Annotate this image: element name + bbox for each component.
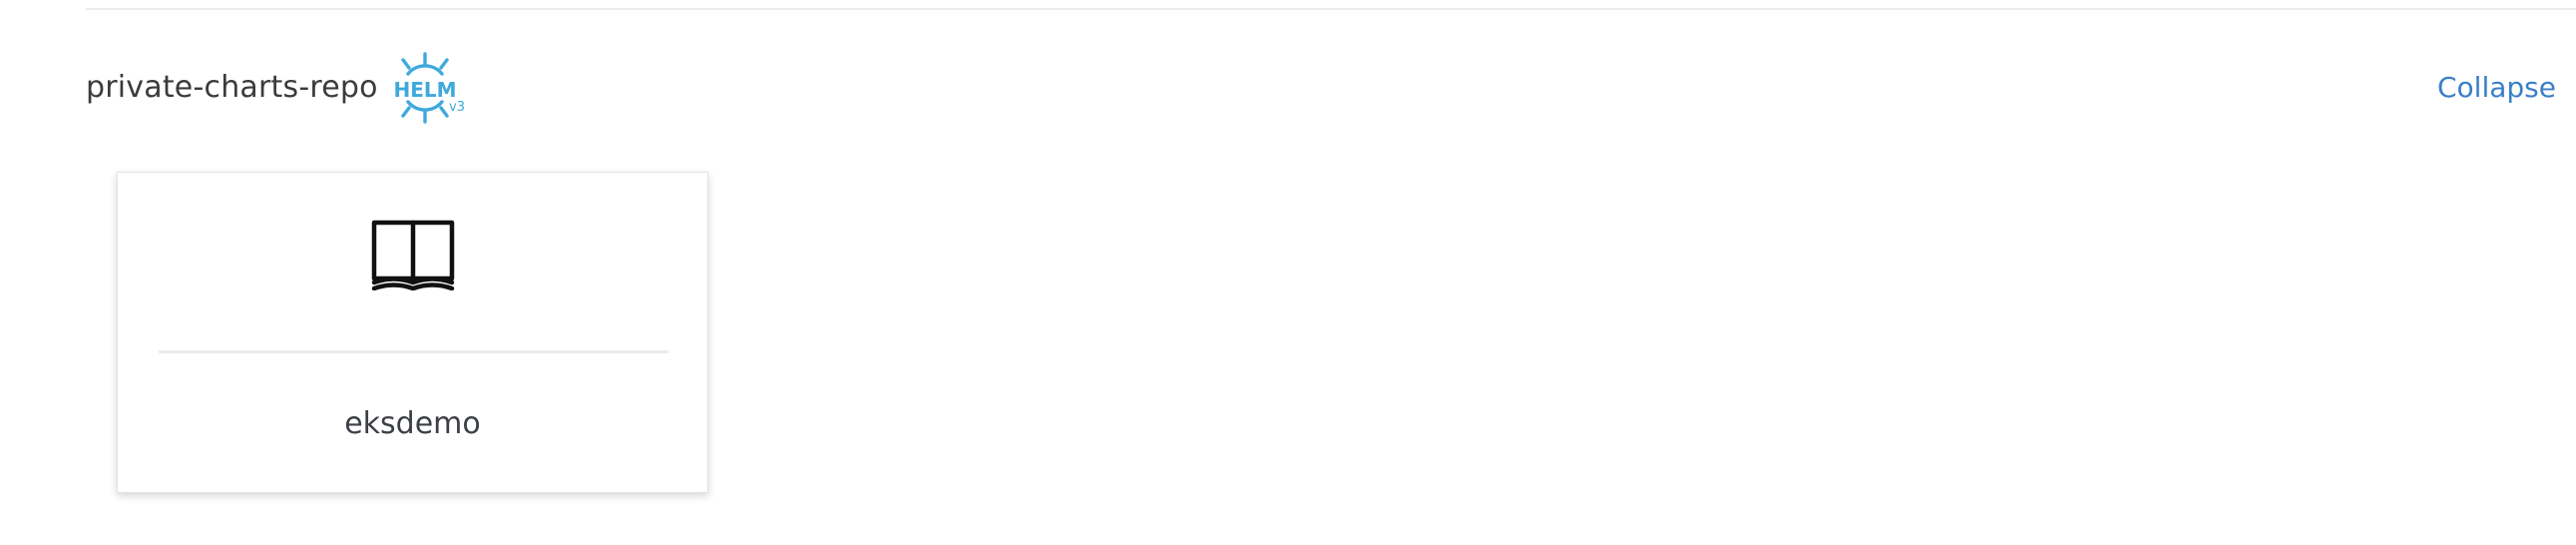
card-divider: [159, 350, 668, 353]
book-icon: [371, 220, 455, 290]
svg-text:v3: v3: [449, 100, 465, 115]
collapse-button[interactable]: Collapse: [2437, 68, 2556, 108]
svg-text:HELM: HELM: [393, 78, 456, 102]
repo-header: private-charts-repo HELM v3: [86, 52, 466, 124]
chart-card-eksdemo[interactable]: eksdemo: [117, 172, 708, 493]
helm-v3-icon: HELM v3: [393, 52, 465, 124]
chart-name: eksdemo: [344, 406, 481, 441]
section-divider: [86, 8, 2576, 10]
repo-name: private-charts-repo: [86, 70, 378, 105]
